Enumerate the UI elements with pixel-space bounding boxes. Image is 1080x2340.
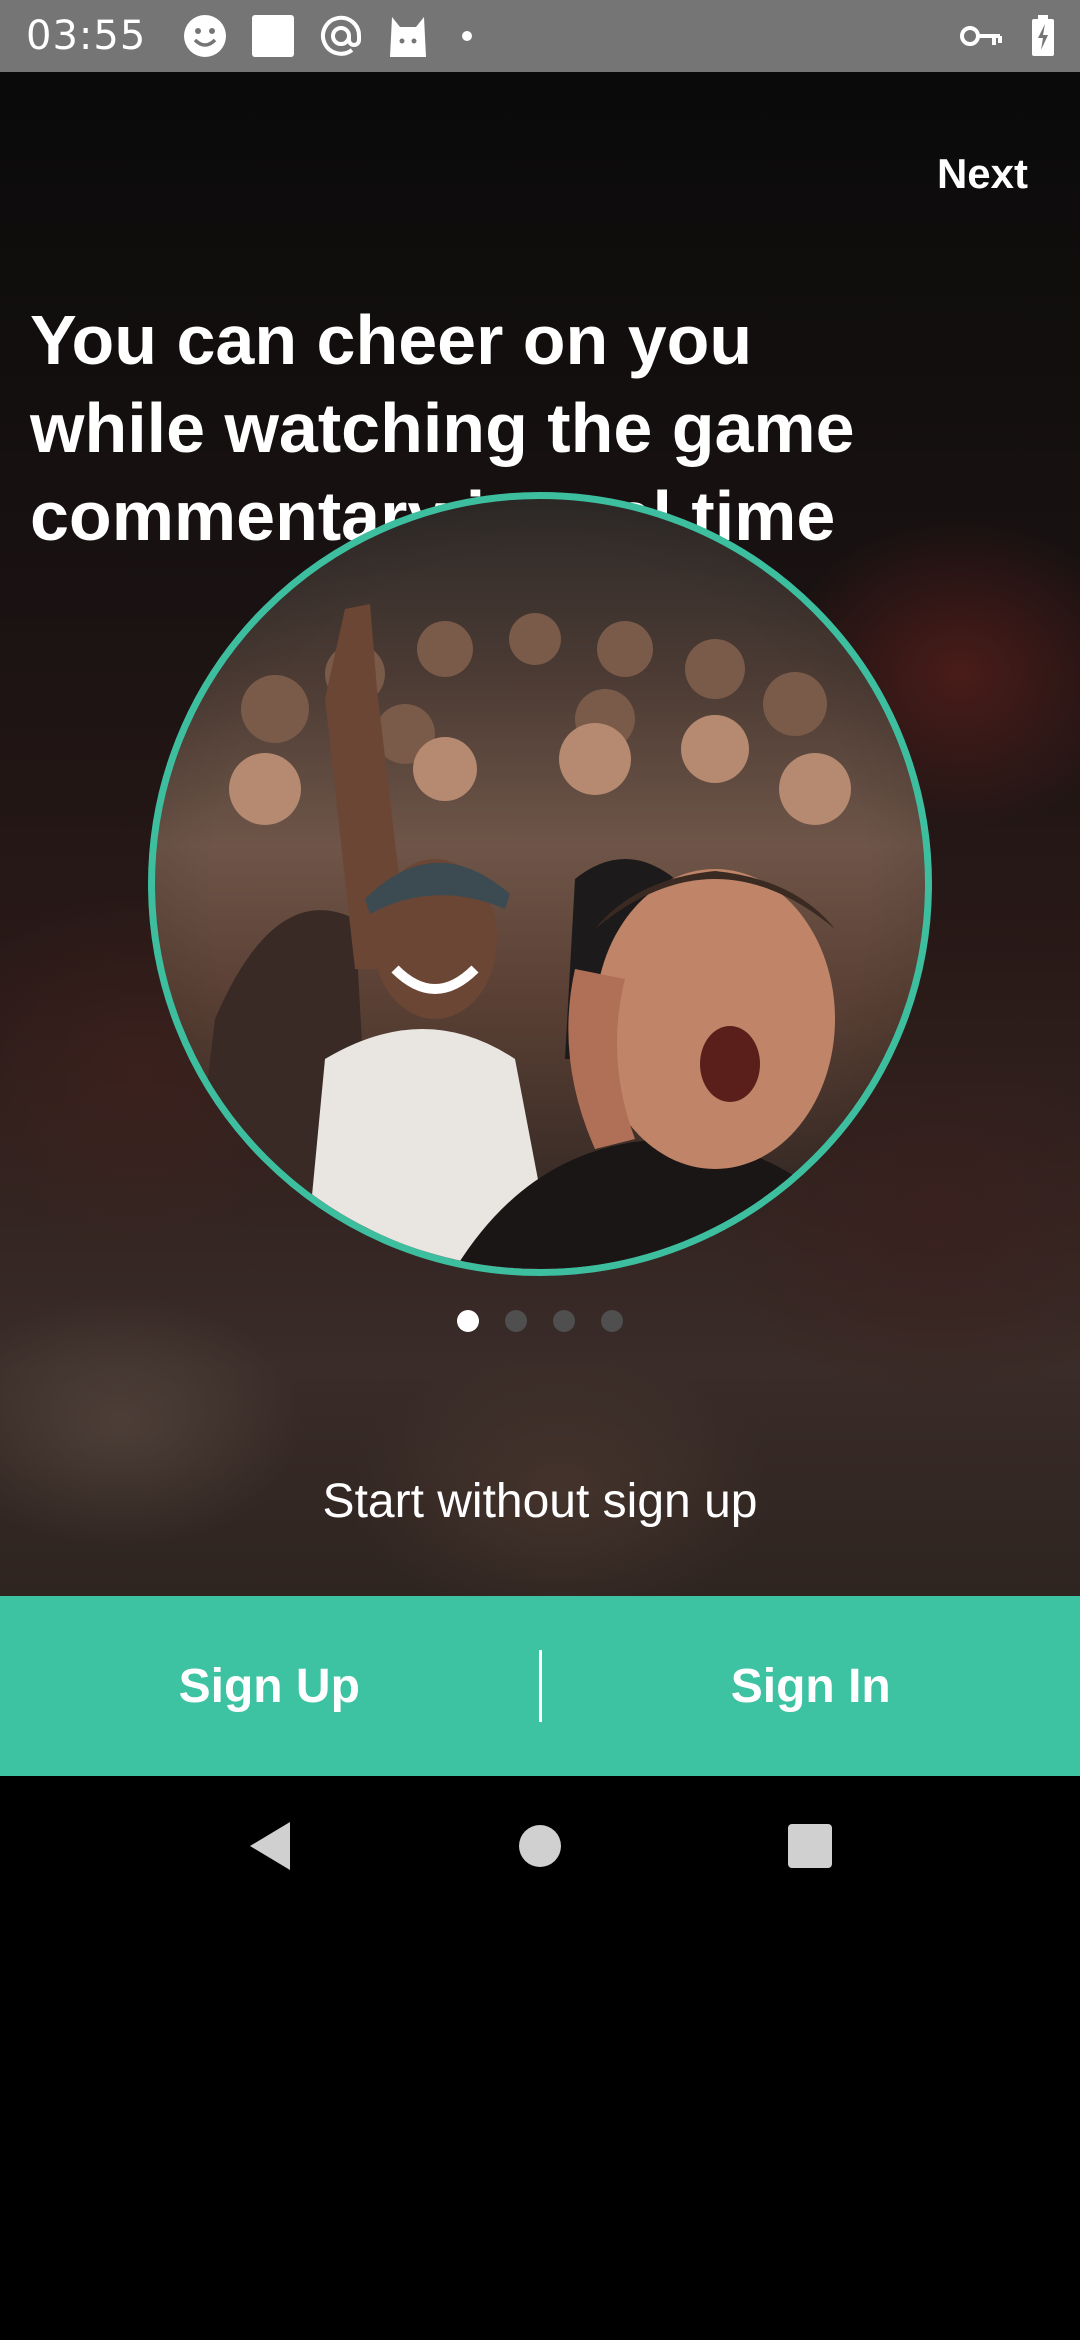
sign-in-button[interactable]: Sign In <box>542 1596 1080 1776</box>
cat-icon <box>386 13 430 59</box>
back-button[interactable] <box>135 1820 405 1877</box>
notification-icons <box>182 13 482 59</box>
crowd-photo <box>148 492 932 1276</box>
status-time: 03:55 <box>26 13 147 59</box>
recents-button[interactable] <box>675 1823 945 1874</box>
navigation-bar <box>0 1776 1080 1920</box>
at-sign-icon <box>318 13 364 59</box>
headline-line-2: while watching the game <box>30 389 855 467</box>
headline-line-1: You can cheer on you <box>30 301 753 379</box>
start-without-signup-link[interactable]: Start without sign up <box>0 1474 1080 1529</box>
vpn-key-icon <box>960 21 1004 51</box>
crowd-photo-illustration <box>185 604 875 1269</box>
status-bar: 03:55 <box>0 0 1080 72</box>
home-icon <box>517 1823 563 1874</box>
auth-action-bar: Sign Up Sign In <box>0 1596 1080 1776</box>
battery-charging-icon <box>1030 15 1056 57</box>
sign-up-button[interactable]: Sign Up <box>0 1596 539 1776</box>
recents-icon <box>787 1823 833 1874</box>
dot-icon <box>452 13 482 59</box>
back-icon <box>246 1820 294 1877</box>
next-button[interactable]: Next <box>937 150 1028 198</box>
square-icon <box>250 13 296 59</box>
smiley-icon <box>182 13 228 59</box>
page-dot-1[interactable] <box>457 1310 479 1332</box>
page-dot-4[interactable] <box>601 1310 623 1332</box>
home-button[interactable] <box>405 1823 675 1874</box>
page-indicator <box>0 1310 1080 1332</box>
system-icons <box>960 0 1056 72</box>
page-dot-2[interactable] <box>505 1310 527 1332</box>
page-dot-3[interactable] <box>553 1310 575 1332</box>
